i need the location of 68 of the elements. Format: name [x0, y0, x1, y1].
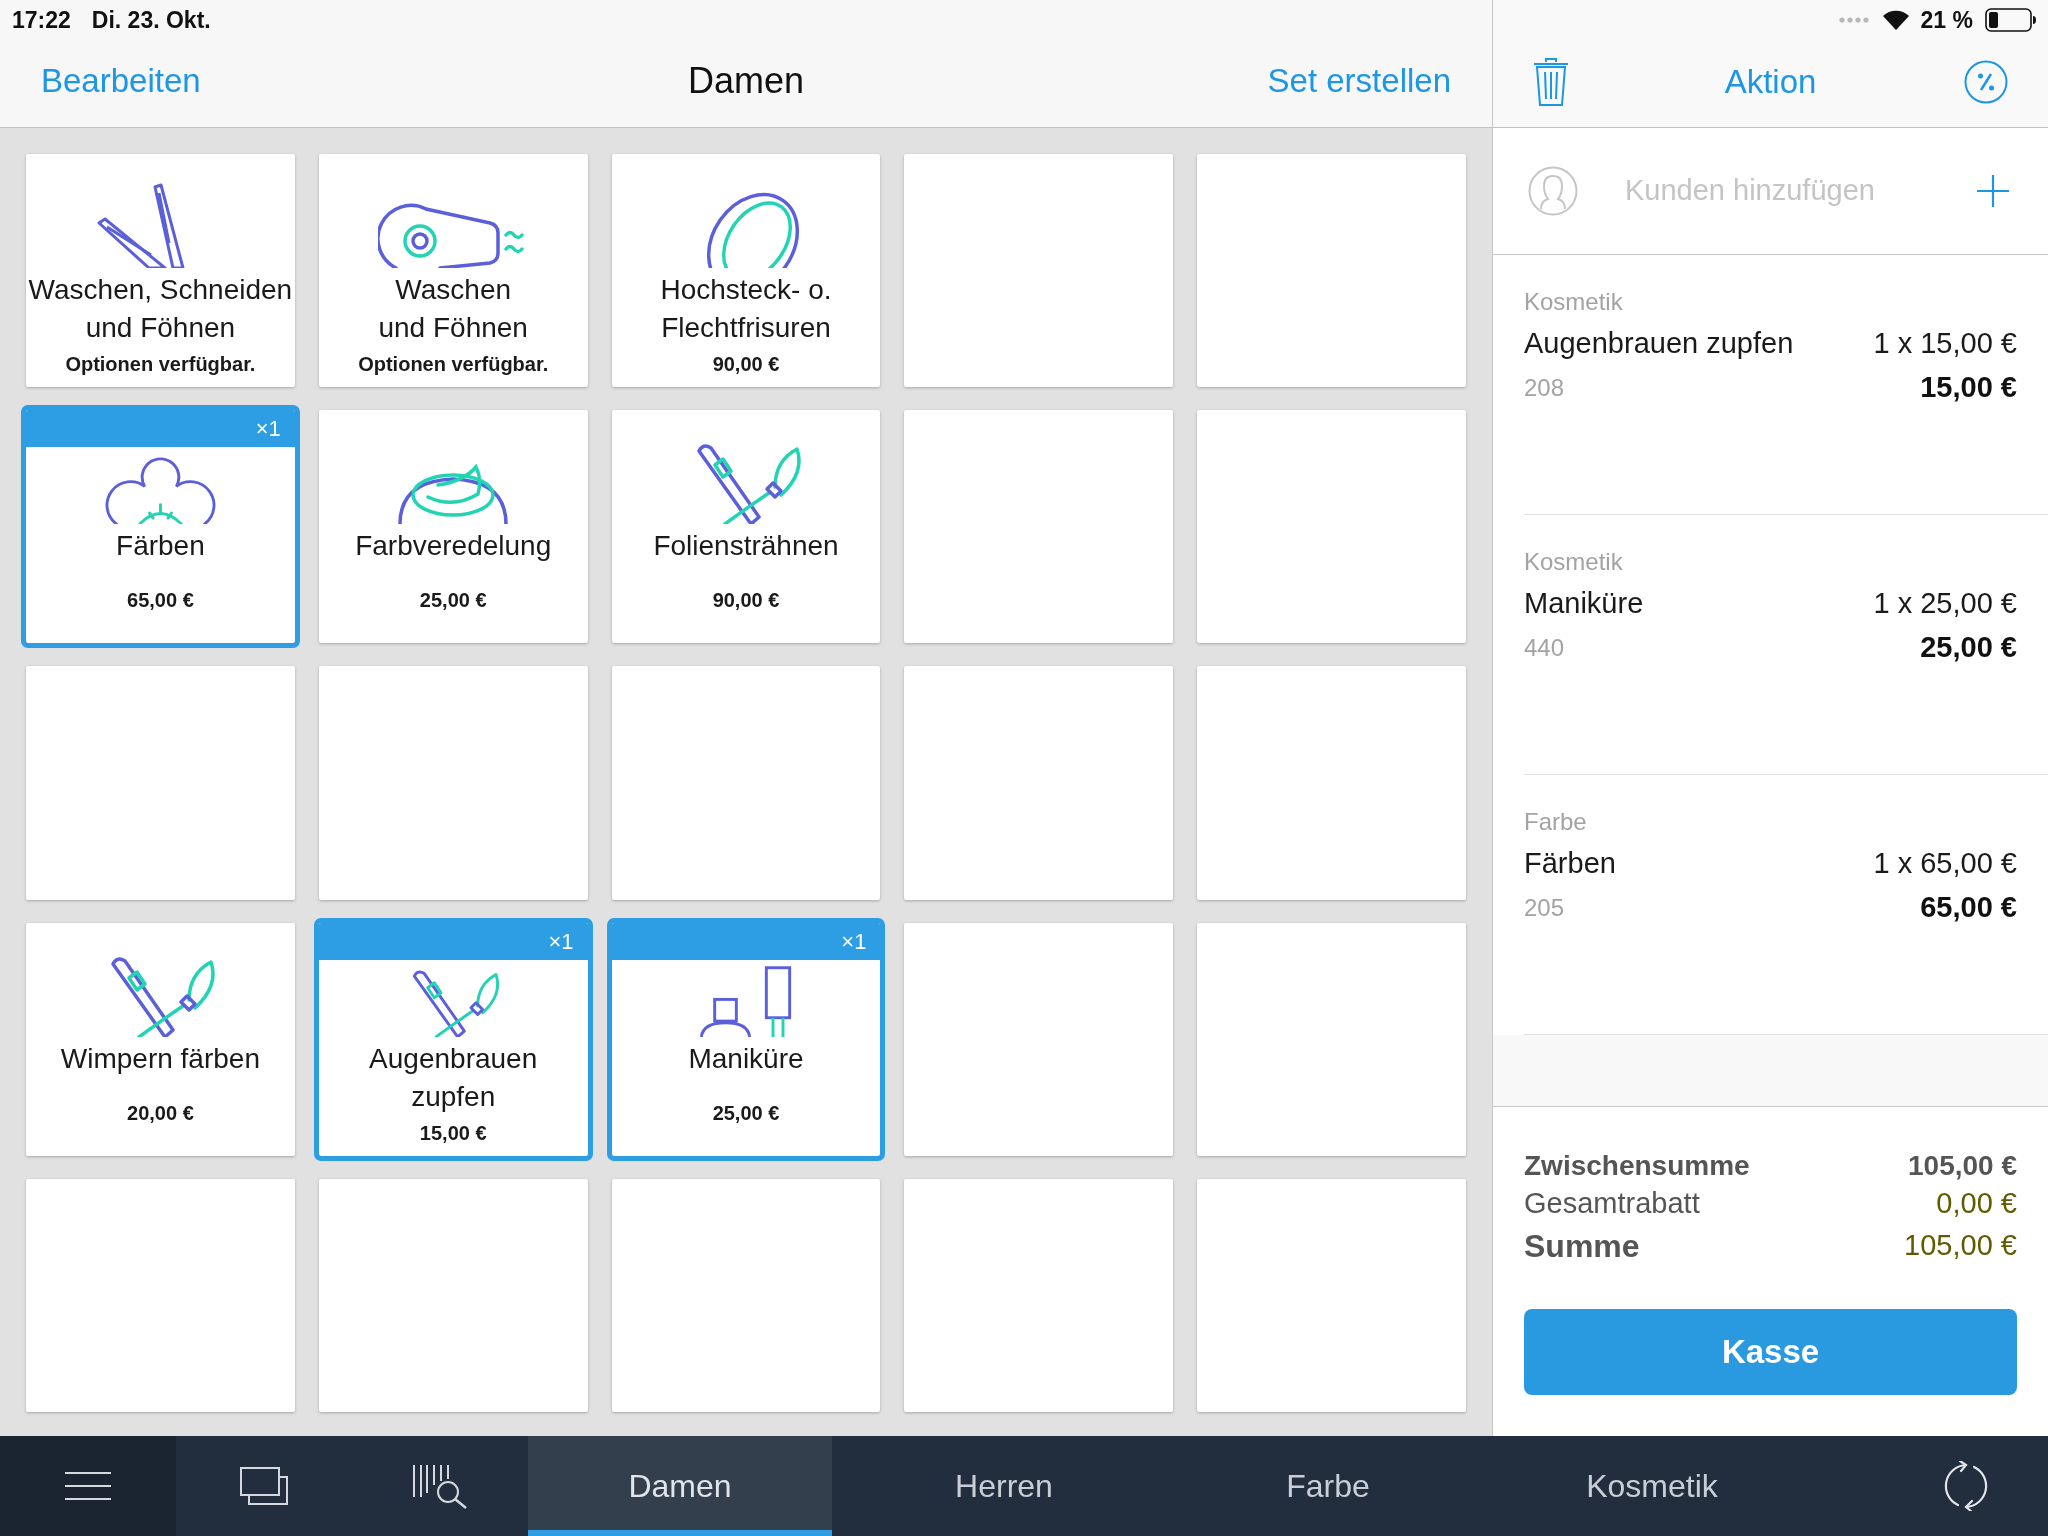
avatar-icon: [1528, 166, 1578, 216]
item-category: Farbe: [1524, 807, 1587, 837]
item-category: Kosmetik: [1524, 287, 1623, 317]
service-price: 65,00 €: [127, 588, 194, 613]
service-name: Foliensträhnen: [653, 529, 839, 564]
service-tile[interactable]: Waschen, Schneiden und Föhnen Optionen verfügbar.: [26, 154, 295, 388]
service-tile[interactable]: Farbveredelung 25,00 €: [318, 410, 588, 644]
options-note: Optionen verfügbar.: [65, 352, 256, 376]
item-category: Kosmetik: [1524, 547, 1623, 577]
service-price: 15,00 €: [419, 1120, 487, 1145]
options-note: Optionen verfügbar.: [358, 352, 549, 376]
refresh-icon[interactable]: [1942, 1461, 1990, 1511]
service-price: 20,00 €: [127, 1100, 194, 1125]
customer-field[interactable]: Kunden hinzufügen: [1625, 169, 1965, 213]
item-name: Färben: [1524, 846, 1616, 882]
item-total: 65,00 €: [1920, 890, 2017, 926]
service-price: 25,00 €: [712, 1100, 780, 1125]
item-total: 15,00 €: [1920, 370, 2017, 406]
category-tab[interactable]: Damen: [528, 1436, 832, 1536]
service-price: 25,00 €: [419, 588, 487, 613]
item-name: Augenbrauen zupfen: [1524, 326, 1794, 362]
battery-percent: 21 %: [1920, 5, 1973, 35]
service-name: Hochsteck- o. Flechtfrisuren: [660, 273, 832, 345]
signal-icon: [1838, 17, 1871, 23]
service-tile[interactable]: Foliensträhnen 90,00 €: [611, 410, 881, 644]
subtotal-label: Zwischensumme: [1524, 1149, 1750, 1183]
wifi-icon: [1882, 10, 1909, 30]
category-tab[interactable]: Herren: [852, 1436, 1156, 1536]
quantity-badge: ×1: [26, 410, 295, 448]
windows-icon[interactable]: [240, 1467, 288, 1505]
status-date: Di. 23. Okt.: [91, 5, 211, 35]
discount-value: 0,00 €: [1936, 1186, 2017, 1222]
menu-icon: [65, 1471, 111, 1501]
service-name: Augenbrauen zupfen: [369, 1041, 538, 1114]
plus-icon[interactable]: [1977, 175, 2009, 207]
service-tile[interactable]: Waschen und Föhnen Optionen verfügbar.: [318, 154, 588, 388]
service-price: 90,00 €: [712, 352, 780, 376]
item-quantity-price: 1 x 65,00 €: [1873, 846, 2017, 882]
service-price: 90,00 €: [712, 588, 780, 613]
nav-title: Damen: [687, 58, 805, 103]
percent-icon[interactable]: [1964, 59, 2008, 104]
total-label: Summe: [1524, 1227, 1640, 1266]
subtotal-value: 105,00 €: [1908, 1149, 2017, 1183]
service-tile[interactable]: Hochsteck- o. Flechtfrisuren 90,00 €: [611, 154, 881, 388]
item-number: 205: [1524, 893, 1565, 923]
barcode-search-icon[interactable]: [412, 1463, 468, 1509]
service-name: Waschen, Schneiden und Föhnen: [28, 273, 293, 345]
service-tile[interactable]: Wimpern färben 20,00 €: [26, 922, 295, 1156]
status-time: 17:22: [12, 5, 71, 35]
discount-label: Gesamtrabatt: [1524, 1186, 1700, 1222]
quantity-badge: ×1: [318, 922, 588, 960]
item-number: 440: [1524, 633, 1565, 663]
total-value: 105,00 €: [1904, 1228, 2017, 1264]
trash-icon[interactable]: [1533, 56, 1569, 107]
item-name: Maniküre: [1524, 586, 1644, 622]
item-quantity-price: 1 x 15,00 €: [1873, 326, 2017, 362]
category-tab[interactable]: Kosmetik: [1500, 1436, 1804, 1536]
battery-icon: [1985, 8, 2037, 32]
item-number: 208: [1524, 373, 1565, 403]
category-tab[interactable]: Farbe: [1176, 1436, 1480, 1536]
service-name: Wimpern färben: [60, 1041, 260, 1076]
quantity-badge: ×1: [611, 922, 881, 960]
service-name: Maniküre: [688, 1041, 804, 1076]
service-name: Färben: [116, 529, 205, 564]
service-name: Waschen und Föhnen: [378, 273, 528, 345]
service-name: Farbveredelung: [355, 529, 552, 564]
item-total: 25,00 €: [1920, 630, 2017, 666]
item-quantity-price: 1 x 25,00 €: [1873, 586, 2017, 622]
